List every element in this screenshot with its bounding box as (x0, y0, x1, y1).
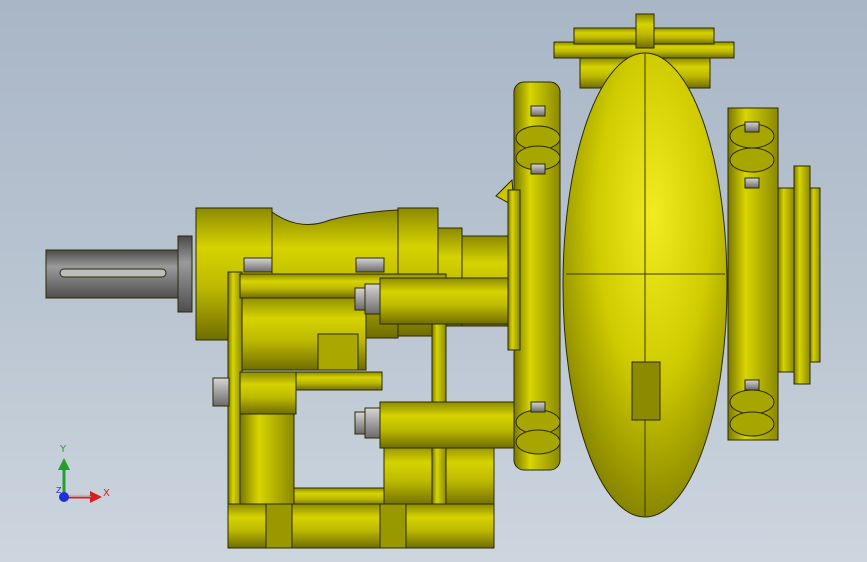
coordinate-triad (58, 458, 102, 503)
graphics-viewport[interactable]: Y X Z (0, 0, 867, 562)
pump-model[interactable] (0, 0, 867, 562)
triad-x-label: X (103, 488, 110, 499)
drive-shaft (45, 235, 193, 313)
triad-z-label: Z (56, 486, 62, 495)
triad-y-label: Y (60, 444, 67, 455)
